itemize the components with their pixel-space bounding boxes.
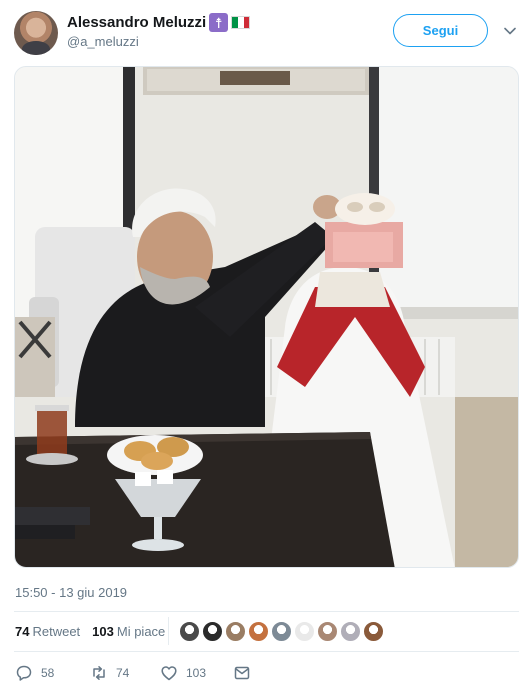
tweet-header: Alessandro Meluzzi ☨ @a_meluzzi Segui xyxy=(0,0,530,64)
like-action[interactable]: 103 xyxy=(160,664,206,682)
author-handle[interactable]: @a_meluzzi xyxy=(67,34,139,49)
liker-avatar[interactable] xyxy=(248,621,269,642)
reply-action[interactable]: 58 xyxy=(15,664,54,682)
reply-count: 58 xyxy=(41,666,55,680)
retweets-label: Retweet xyxy=(32,624,81,639)
author-avatar[interactable] xyxy=(14,11,58,55)
likes-count: 103 xyxy=(92,624,114,639)
italy-flag-icon xyxy=(231,16,251,29)
like-count: 103 xyxy=(186,666,207,680)
dm-action[interactable] xyxy=(233,664,251,682)
liker-avatar[interactable] xyxy=(317,621,338,642)
divider-top xyxy=(14,611,519,612)
tweet-photo[interactable] xyxy=(14,66,519,568)
follow-button[interactable]: Segui xyxy=(393,14,488,47)
cross-of-lorraine-icon: ☨ xyxy=(209,13,229,32)
retweets-count: 74 xyxy=(15,624,30,639)
retweet-action[interactable]: 74 xyxy=(90,664,129,682)
engagement-stats: 74 Retweet 103 Mi piace xyxy=(15,624,165,639)
likes-label: Mi piace xyxy=(116,624,166,639)
liker-avatar[interactable] xyxy=(363,621,384,642)
retweet-count: 74 xyxy=(116,666,130,680)
stats-separator xyxy=(168,617,169,645)
liker-avatar[interactable] xyxy=(202,621,223,642)
divider-bottom xyxy=(14,651,519,652)
retweet-icon[interactable] xyxy=(90,664,108,682)
likes-stat[interactable]: 103 Mi piace xyxy=(92,624,165,639)
liker-avatar[interactable] xyxy=(179,621,200,642)
liker-avatar[interactable] xyxy=(225,621,246,642)
tweet-actions: 58 74 103 xyxy=(15,664,315,686)
liker-avatars xyxy=(179,621,384,642)
liker-avatar[interactable] xyxy=(271,621,292,642)
tweet-timestamp[interactable]: 15:50 - 13 giu 2019 xyxy=(15,585,127,600)
photo-illustration xyxy=(15,67,518,567)
author-display-name[interactable]: Alessandro Meluzzi xyxy=(67,14,206,31)
chevron-down-icon[interactable] xyxy=(503,24,517,38)
heart-icon[interactable] xyxy=(160,664,178,682)
liker-avatar[interactable] xyxy=(340,621,361,642)
author-name-row[interactable]: Alessandro Meluzzi ☨ xyxy=(67,13,251,32)
envelope-icon[interactable] xyxy=(233,664,251,682)
retweets-stat[interactable]: 74 Retweet xyxy=(15,624,80,639)
liker-avatar[interactable] xyxy=(294,621,315,642)
reply-icon[interactable] xyxy=(15,664,33,682)
